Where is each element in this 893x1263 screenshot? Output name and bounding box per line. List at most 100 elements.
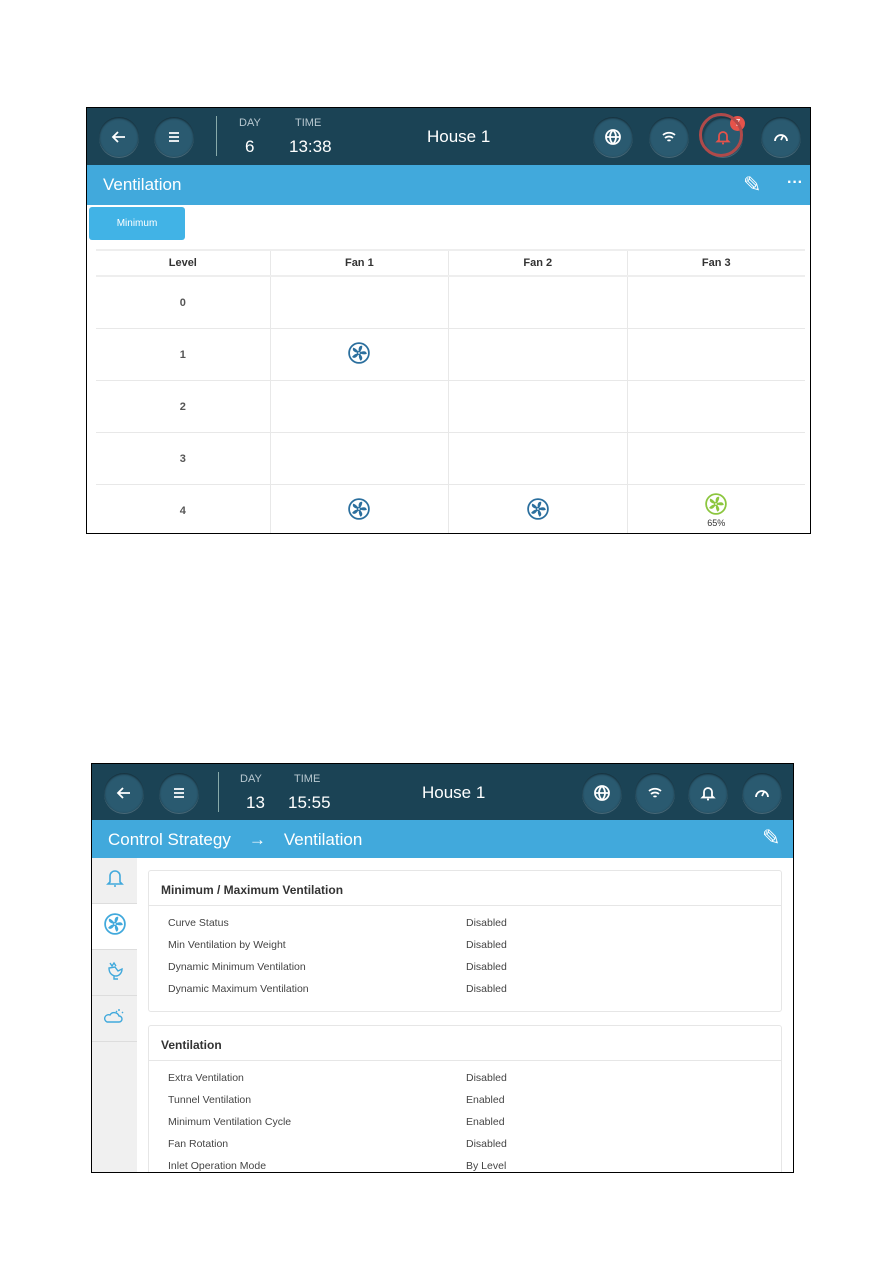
settings-card: Minimum / Maximum Ventilation Curve Statu… [148, 870, 782, 1012]
document-page: DAY 6 TIME 13:38 House 1 7 Ventilation ✎ … [0, 0, 893, 1263]
column-header: Fan 3 [626, 249, 805, 277]
network-button[interactable] [635, 773, 675, 813]
more-options-icon[interactable]: ··· [787, 174, 803, 192]
setting-row[interactable]: Minimum Ventilation Cycle Enabled [149, 1111, 781, 1133]
time-label: TIME [295, 117, 322, 129]
level-cell: 3 [96, 432, 271, 485]
fan-cell[interactable] [269, 432, 449, 485]
fan-cell[interactable] [448, 380, 628, 433]
settings-card: Ventilation Extra Ventilation Disabled Tunn… [148, 1025, 782, 1172]
tab-minimum[interactable]: Minimum [89, 207, 185, 240]
table-row: 0 [96, 276, 805, 329]
fan-cell[interactable] [269, 380, 449, 433]
table-row: 3 [96, 432, 805, 485]
setting-row[interactable]: Inlet Operation Mode By Level [149, 1155, 781, 1172]
back-button[interactable] [104, 773, 144, 813]
time-value: 13:38 [289, 137, 332, 156]
fan-cell[interactable] [448, 328, 628, 381]
day-value: 6 [245, 137, 255, 156]
time-value: 15:55 [288, 793, 331, 812]
gauge-icon [774, 134, 788, 142]
fan-cell[interactable] [269, 484, 449, 533]
globe-icon [594, 785, 610, 801]
setting-value: Enabled [466, 1094, 505, 1106]
rooster-icon [104, 959, 126, 986]
setting-row[interactable]: Curve Status Disabled [149, 912, 781, 934]
top-header: DAY 13 TIME 15:55 House 1 [92, 764, 793, 821]
menu-button[interactable] [159, 773, 199, 813]
alarms-button[interactable] [688, 773, 728, 813]
level-cell: 2 [96, 380, 271, 433]
setting-label: Extra Ventilation [168, 1072, 244, 1084]
table-row: 4 65% [96, 484, 805, 533]
back-button[interactable] [99, 117, 139, 157]
bell-icon [700, 787, 716, 801]
setting-label: Minimum Ventilation Cycle [168, 1116, 292, 1128]
edit-icon[interactable]: ✎ [762, 825, 780, 851]
setting-row[interactable]: Extra Ventilation Disabled [149, 1067, 781, 1089]
level-cell: 0 [96, 276, 271, 329]
time-label: TIME [294, 773, 321, 785]
setting-value: Disabled [466, 983, 507, 995]
setting-label: Min Ventilation by Weight [168, 939, 286, 951]
edit-icon[interactable]: ✎ [743, 172, 761, 198]
sidebar-item-fan[interactable] [92, 904, 137, 950]
setting-row[interactable]: Min Ventilation by Weight Disabled [149, 934, 781, 956]
setting-row[interactable]: Dynamic Minimum Ventilation Disabled [149, 956, 781, 978]
setting-value: Disabled [466, 1138, 507, 1150]
sidebar-item-bell[interactable] [92, 858, 137, 904]
bell-icon [105, 867, 125, 894]
breadcrumb-ventilation: Ventilation [283, 830, 363, 849]
fan-icon [103, 913, 126, 935]
breadcrumb-control-strategy[interactable]: Control Strategy [108, 830, 231, 849]
breadcrumb: Control Strategy → Ventilation [108, 830, 362, 850]
menu-button[interactable] [154, 117, 194, 157]
setting-row[interactable]: Tunnel Ventilation Enabled [149, 1089, 781, 1111]
page-title: Ventilation [103, 175, 182, 194]
language-button[interactable] [593, 117, 633, 157]
setting-row[interactable]: Fan Rotation Disabled [149, 1133, 781, 1155]
table-row: 2 [96, 380, 805, 433]
divider [218, 772, 219, 812]
fan-cell[interactable]: 65% [626, 484, 805, 533]
wifi-icon [648, 787, 662, 798]
menu-icon [169, 132, 179, 142]
fan-cell[interactable] [626, 380, 805, 433]
setting-row[interactable]: Dynamic Maximum Ventilation Disabled [149, 978, 781, 1000]
setting-label: Inlet Operation Mode [168, 1160, 267, 1172]
setting-value: Enabled [466, 1116, 505, 1128]
day-label: DAY [240, 773, 262, 785]
sidebar [92, 858, 137, 1172]
setting-value: Disabled [466, 1072, 507, 1084]
fan-icon [103, 913, 126, 940]
fan-cell[interactable] [448, 276, 628, 329]
dashboard-button[interactable] [761, 117, 801, 157]
day-label: DAY [239, 117, 261, 129]
sidebar-item-rooster[interactable] [92, 950, 137, 996]
fan-cell[interactable] [269, 276, 449, 329]
network-button[interactable] [649, 117, 689, 157]
sidebar-item-weather[interactable] [92, 996, 137, 1042]
setting-value: By Level [466, 1160, 507, 1172]
fan-icon [527, 498, 549, 520]
levels-table: Level Fan 1 Fan 2 Fan 3 0 1 2 3 4 65% [96, 249, 805, 533]
back-icon [111, 131, 125, 143]
level-cell: 1 [96, 328, 271, 381]
card-title: Ventilation [149, 1026, 781, 1061]
setting-label: Curve Status [168, 917, 229, 929]
language-button[interactable] [582, 773, 622, 813]
setting-value: Disabled [466, 961, 507, 973]
column-header: Fan 1 [269, 249, 449, 277]
screenshot-control-strategy: DAY 13 TIME 15:55 House 1 Control Strate… [91, 763, 794, 1173]
fan-cell[interactable] [269, 328, 449, 381]
fan-cell[interactable] [448, 432, 628, 485]
fan-cell[interactable] [626, 328, 805, 381]
dashboard-button[interactable] [742, 773, 782, 813]
fan-cell[interactable] [626, 432, 805, 485]
fan-icon [348, 342, 371, 364]
fan-cell[interactable] [626, 276, 805, 329]
page-title-bar: Ventilation ✎ ··· [87, 165, 810, 205]
setting-label: Tunnel Ventilation [168, 1094, 252, 1106]
breadcrumb-bar: Control Strategy → Ventilation ✎ [92, 820, 793, 858]
fan-cell[interactable] [448, 484, 628, 533]
